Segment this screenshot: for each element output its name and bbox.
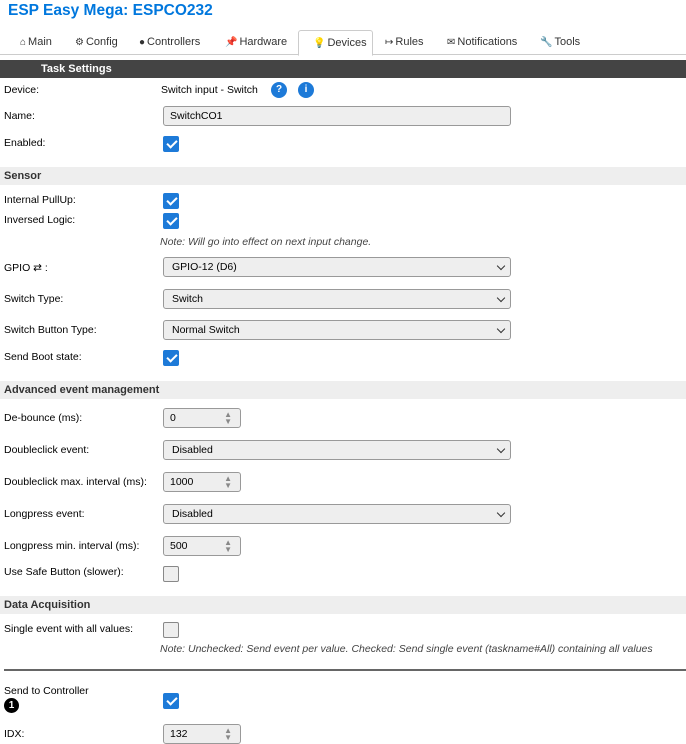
lightbulb-icon: 💡 (313, 38, 326, 49)
gear-icon: ⚙ (75, 37, 84, 48)
doubleclick-interval-label: Doubleclick max. interval (ms): (4, 476, 147, 488)
advanced-section-header: Advanced event management (0, 381, 686, 399)
longpress-select[interactable]: Disabled (163, 504, 511, 524)
info-icon[interactable]: i (298, 82, 314, 98)
send-to-controller-label: Send to Controller (4, 685, 89, 697)
spinner-icon[interactable]: ▲ ▼ (224, 539, 232, 554)
spinner-icon[interactable]: ▲ ▼ (224, 475, 232, 490)
chevron-down-icon (496, 508, 506, 518)
doubleclick-interval-input[interactable]: 1000 ▲ ▼ (163, 472, 241, 492)
app-title: ESP Easy Mega: ESPCO232 (8, 2, 213, 19)
tab-rules[interactable]: ↦ Rules (385, 30, 424, 55)
controller-number-badge: 1 (4, 698, 19, 713)
send-to-controller-checkbox[interactable] (163, 693, 179, 709)
chevron-down-icon (496, 444, 506, 454)
chevron-down-icon (496, 261, 506, 271)
spinner-icon[interactable]: ▲ ▼ (224, 411, 232, 426)
boot-state-checkbox[interactable] (163, 350, 179, 366)
wrench-icon: 🔧 (540, 37, 553, 48)
chevron-down-icon (496, 293, 506, 303)
longpress-interval-input[interactable]: 500 ▲ ▼ (163, 536, 241, 556)
doubleclick-label: Doubleclick event: (4, 444, 90, 456)
sensor-section-header: Sensor (0, 167, 686, 185)
envelope-icon: ✉ (447, 37, 456, 48)
pullup-label: Internal PullUp: (4, 194, 76, 206)
main-nav-tabs: ⌂ Main ⚙ Config ● Controllers 📌 Hardware 💡 De… (0, 30, 686, 56)
safe-button-label: Use Safe Button (slower): (4, 566, 124, 578)
tab-devices[interactable]: 💡 Devices (298, 30, 373, 56)
rules-arrow-icon: ↦ (385, 37, 394, 48)
enabled-label: Enabled: (4, 137, 46, 149)
help-icon[interactable]: ? (271, 82, 287, 98)
debounce-input[interactable]: 0 ▲ ▼ (163, 408, 241, 428)
single-event-note: Note: Unchecked: Send event per value. C… (160, 643, 653, 655)
task-settings-header: Task Settings (0, 60, 686, 78)
single-event-checkbox[interactable] (163, 622, 179, 638)
tab-hardware[interactable]: 📌 Hardware (225, 30, 287, 55)
device-label: Device: (4, 84, 40, 96)
switch-type-label: Switch Type: (4, 293, 64, 305)
device-value: Switch input - Switch (161, 84, 258, 96)
tab-main[interactable]: ⌂ Main (20, 30, 52, 55)
name-label: Name: (4, 110, 35, 122)
longpress-label: Longpress event: (4, 508, 85, 520)
enabled-checkbox[interactable] (163, 136, 179, 152)
tab-tools[interactable]: 🔧 Tools (540, 30, 580, 55)
idx-input[interactable]: 132 ▲ ▼ (163, 724, 241, 744)
inversed-logic-note: Note: Will go into effect on next input … (160, 236, 372, 248)
longpress-interval-label: Longpress min. interval (ms): (4, 540, 140, 552)
home-icon: ⌂ (20, 37, 27, 48)
gpio-label: GPIO ⇄ : (4, 262, 48, 274)
inversed-logic-checkbox[interactable] (163, 213, 179, 229)
chevron-down-icon (496, 324, 506, 334)
safe-button-checkbox[interactable] (163, 566, 179, 582)
boot-state-label: Send Boot state: (4, 351, 82, 363)
data-acquisition-section-header: Data Acquisition (0, 596, 686, 614)
gpio-select[interactable]: GPIO-12 (D6) (163, 257, 511, 277)
doubleclick-select[interactable]: Disabled (163, 440, 511, 460)
single-event-label: Single event with all values: (4, 623, 133, 635)
tab-config[interactable]: ⚙ Config (75, 30, 118, 55)
pushpin-icon: 📌 (225, 37, 238, 48)
section-divider (4, 669, 686, 671)
button-type-select[interactable]: Normal Switch (163, 320, 511, 340)
tab-notifications[interactable]: ✉ Notifications (447, 30, 517, 55)
inversed-logic-label: Inversed Logic: (4, 214, 76, 226)
pullup-checkbox[interactable] (163, 193, 179, 209)
switch-type-select[interactable]: Switch (163, 289, 511, 309)
debounce-label: De-bounce (ms): (4, 412, 83, 424)
tab-controllers[interactable]: ● Controllers (139, 30, 200, 55)
name-input[interactable]: SwitchCO1 (163, 106, 511, 126)
chat-bubble-icon: ● (139, 37, 146, 48)
button-type-label: Switch Button Type: (4, 324, 97, 336)
idx-label: IDX: (4, 728, 25, 740)
